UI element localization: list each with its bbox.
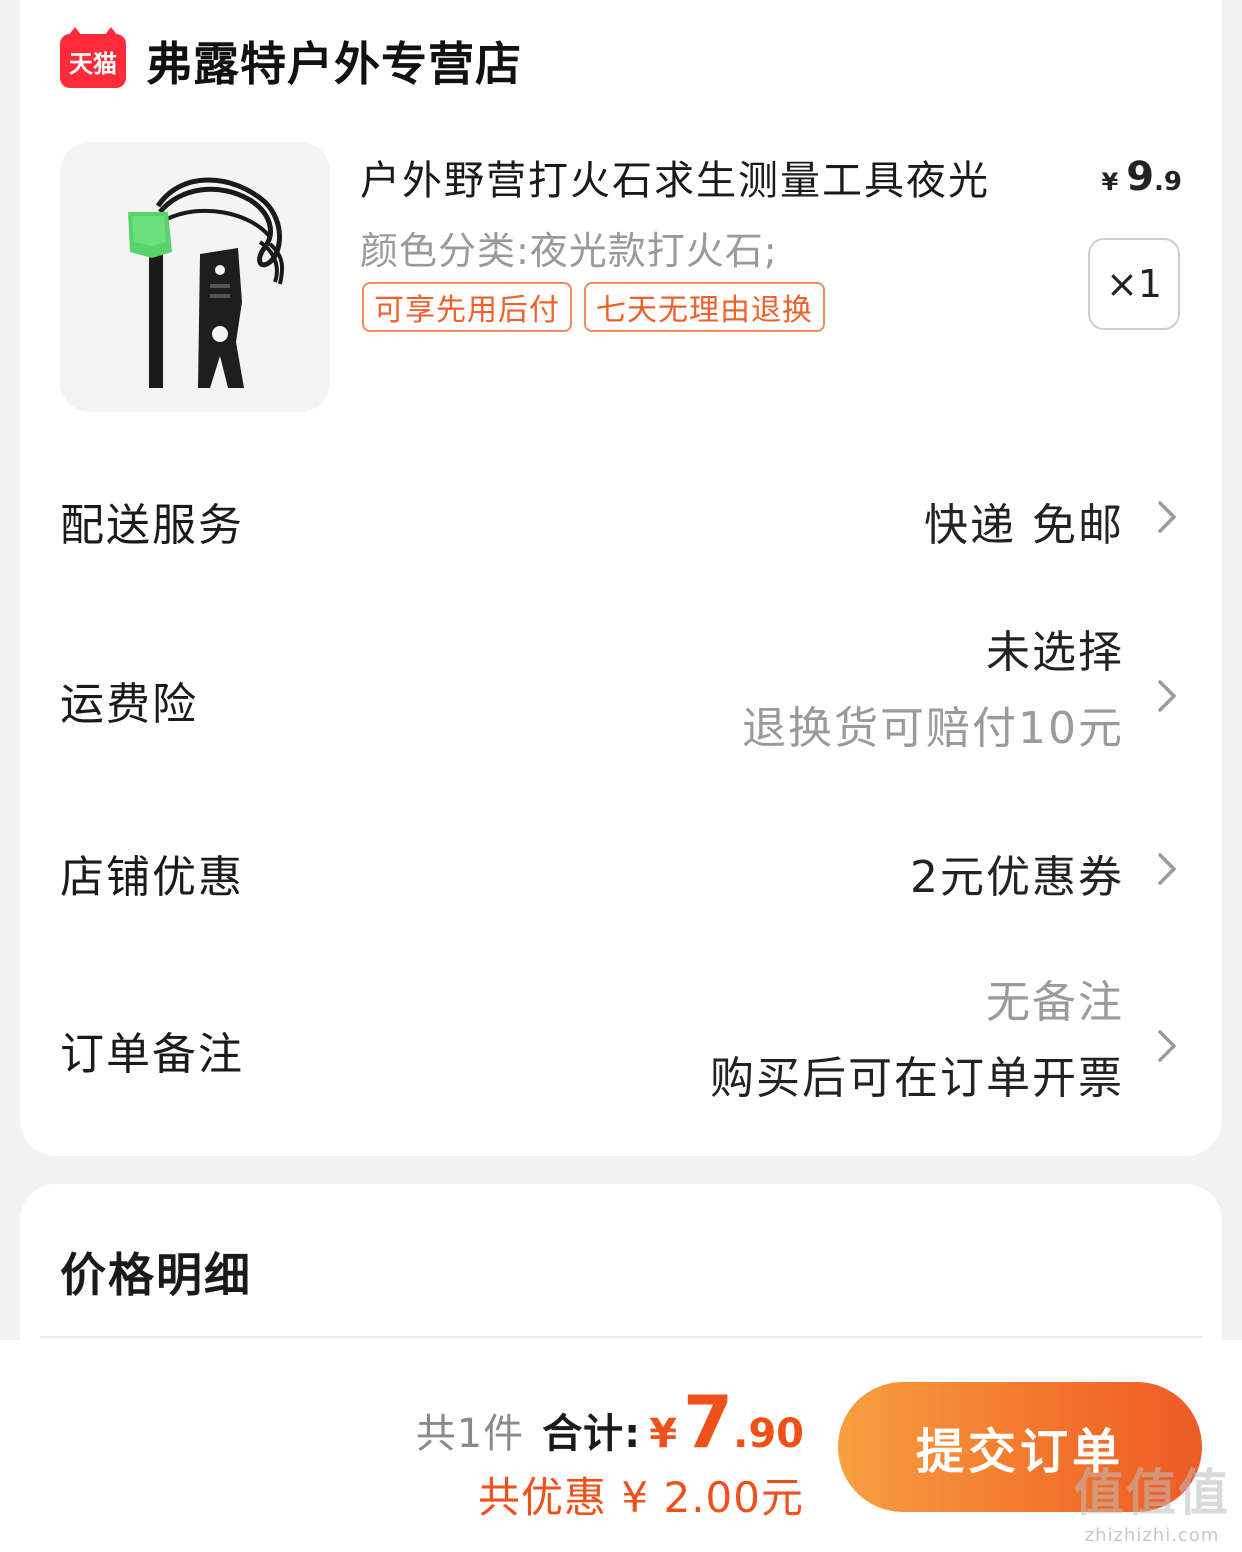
delivery-label: 配送服务 <box>60 500 244 551</box>
coupon-value: 2元优惠券 <box>910 852 1124 903</box>
price-decimal: .9 <box>1154 167 1182 197</box>
tmall-badge-text: 天猫 <box>69 49 117 78</box>
watermark-text: 值值值 <box>1074 1464 1230 1522</box>
insurance-value: 未选择 <box>986 627 1124 678</box>
chevron-right-icon <box>1152 1026 1182 1066</box>
divider <box>40 1336 1202 1338</box>
total-integer: 7 <box>683 1380 734 1464</box>
product-spec[interactable]: 颜色分类:夜光款打火石; <box>360 220 778 275</box>
insurance-label: 运费险 <box>60 679 198 730</box>
total-label: 合计: <box>542 1411 642 1457</box>
product-image[interactable] <box>60 142 330 412</box>
chevron-right-icon <box>1152 676 1182 716</box>
remark-sub: 购买后可在订单开票 <box>710 1053 1124 1104</box>
product-price: ¥ 9 .9 <box>1101 154 1182 200</box>
remark-label: 订单备注 <box>60 1029 244 1080</box>
tag-seven-day-return: 七天无理由退换 <box>584 282 825 332</box>
chevron-right-icon <box>1152 849 1182 889</box>
delivery-row[interactable]: 配送服务 快递 免邮 <box>60 485 1182 551</box>
order-remark-row[interactable]: 订单备注 无备注 购买后可在订单开票 <box>60 977 1182 1110</box>
price-detail-title: 价格明细 <box>60 1248 252 1302</box>
coupon-label: 店铺优惠 <box>60 852 244 903</box>
checkout-bar: 共1件 合计: ¥ 7 .90 共优惠 ¥ 2.00元 提交订单 值值值 zhi… <box>0 1340 1242 1552</box>
item-count: 共1件 <box>415 1411 525 1457</box>
total-summary: 共1件 合计: ¥ 7 .90 <box>416 1380 804 1464</box>
store-coupon-row[interactable]: 店铺优惠 2元优惠券 <box>60 837 1182 903</box>
remark-value: 无备注 <box>986 977 1124 1028</box>
total-decimal: .90 <box>733 1411 804 1457</box>
tag-pay-later: 可享先用后付 <box>362 282 572 332</box>
store-name[interactable]: 弗露特户外专营店 <box>146 28 522 94</box>
product-title[interactable]: 户外野营打火石求生测量工具夜光 <box>360 148 990 206</box>
quantity-stepper[interactable]: ×1 <box>1088 238 1180 330</box>
insurance-sub: 退换货可赔付10元 <box>742 703 1124 754</box>
watermark-logo: 值值值 zhizhizhi.com <box>1074 1453 1230 1546</box>
delivery-value: 快递 免邮 <box>924 500 1124 551</box>
fire-starter-image <box>128 177 285 388</box>
total-currency: ¥ <box>649 1411 678 1457</box>
watermark-url: zhizhizhi.com <box>1084 1525 1220 1546</box>
shipping-insurance-row[interactable]: 运费险 未选择 退换货可赔付10元 <box>60 627 1182 760</box>
tmall-logo-icon: 天猫 <box>60 27 126 88</box>
order-card: 天猫 弗露特户外专营店 户外野营打火石求生测量工具夜光 ¥ 9 .9 颜色分类:… <box>20 0 1222 1156</box>
discount-summary[interactable]: 共优惠 ¥ 2.00元 <box>478 1464 804 1525</box>
price-integer: 9 <box>1126 154 1155 200</box>
price-currency: ¥ <box>1101 168 1119 196</box>
chevron-right-icon <box>1152 497 1182 537</box>
service-tags: 可享先用后付 七天无理由退换 <box>362 282 825 332</box>
store-header[interactable]: 天猫 弗露特户外专营店 <box>60 27 522 94</box>
